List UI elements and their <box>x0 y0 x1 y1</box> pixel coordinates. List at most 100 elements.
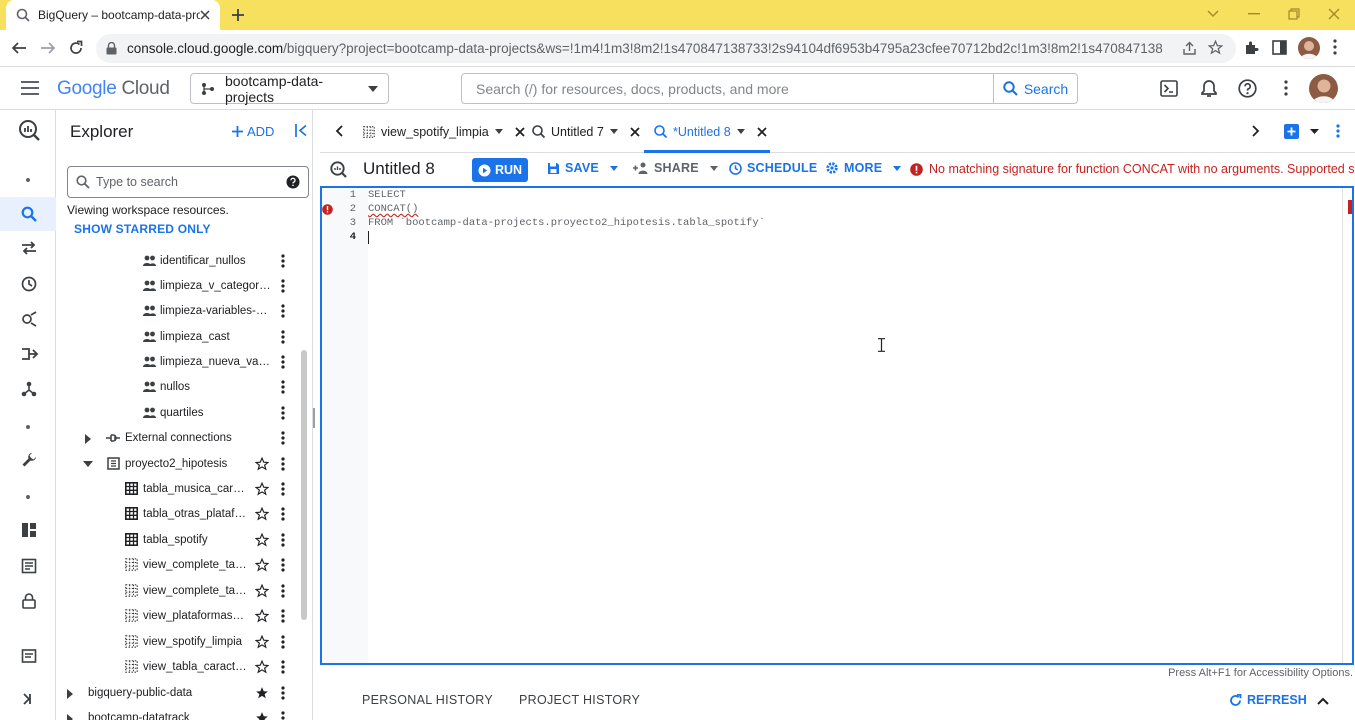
rail-search-icon[interactable] <box>18 203 40 225</box>
capacity-management-icon[interactable] <box>18 555 40 577</box>
tree-item-routine[interactable]: limpieza_v_categoricas <box>57 274 297 299</box>
item-actions-kebab-icon[interactable] <box>281 304 285 318</box>
item-actions-kebab-icon[interactable] <box>281 330 285 344</box>
tree-item-routine[interactable]: limpieza-variables-nu... <box>57 299 297 324</box>
tree-item-routine[interactable]: limpieza_nueva_varia... <box>57 350 297 375</box>
analytics-hub-icon[interactable] <box>18 308 40 330</box>
tab-menu-caret-icon[interactable] <box>494 129 503 134</box>
close-tab-icon[interactable] <box>200 10 210 20</box>
reload-icon[interactable] <box>68 40 84 56</box>
tab-untitled-8-active[interactable]: *Untitled 8 <box>654 110 767 153</box>
expand-caret-icon[interactable] <box>85 434 91 444</box>
tree-item-routine[interactable]: nullos <box>57 375 297 400</box>
more-button[interactable]: MORE <box>825 161 902 175</box>
tabs-scroll-right-icon[interactable] <box>1252 125 1260 137</box>
editor-scrollbar[interactable] <box>1342 188 1352 663</box>
item-actions-kebab-icon[interactable] <box>281 431 285 445</box>
browser-tab[interactable]: BigQuery – bootcamp-data-proj <box>6 0 220 30</box>
add-data-button[interactable]: ADD <box>232 124 274 139</box>
sql-editor[interactable]: 1 2 3 4 SELECT CONCAT() FROM `bootcamp-d… <box>320 186 1354 665</box>
expand-caret-icon[interactable] <box>67 689 73 699</box>
back-icon[interactable] <box>11 40 27 56</box>
explorer-search-field[interactable] <box>67 166 309 198</box>
tree-item-view[interactable]: view_plataformas_li... <box>57 604 297 629</box>
settings-kebab-icon[interactable] <box>1284 80 1288 96</box>
tree-item-view[interactable]: view_tabla_caracteir... <box>57 655 297 680</box>
tab-menu-caret-icon[interactable] <box>609 129 618 134</box>
global-search-input[interactable] <box>476 80 979 97</box>
star-icon[interactable] <box>255 660 269 674</box>
restore-icon[interactable] <box>1288 8 1300 20</box>
collapse-explorer-icon[interactable] <box>295 124 307 137</box>
item-actions-kebab-icon[interactable] <box>281 635 285 649</box>
bigquery-logo-icon[interactable] <box>18 119 40 141</box>
item-actions-kebab-icon[interactable] <box>281 406 285 420</box>
hamburger-menu-icon[interactable] <box>21 81 39 95</box>
item-actions-kebab-icon[interactable] <box>281 558 285 572</box>
help-icon[interactable] <box>1238 79 1257 98</box>
item-actions-kebab-icon[interactable] <box>281 254 285 268</box>
close-tab-icon[interactable] <box>630 126 640 137</box>
address-bar[interactable]: console.cloud.google.com /bigquery?proje… <box>96 34 1236 63</box>
show-starred-only-link[interactable]: SHOW STARRED ONLY <box>74 222 211 236</box>
side-panel-icon[interactable] <box>1272 40 1287 55</box>
minimize-icon[interactable] <box>1248 13 1260 15</box>
share-page-icon[interactable] <box>1182 41 1197 56</box>
tree-item-external-connections[interactable]: External connections <box>57 426 297 451</box>
tab-menu-caret-icon[interactable] <box>736 129 745 134</box>
panel-resize-handle[interactable] <box>313 408 315 428</box>
scheduled-queries-clock-icon[interactable] <box>18 273 40 295</box>
extensions-icon[interactable] <box>1243 40 1259 56</box>
item-actions-kebab-icon[interactable] <box>281 482 285 496</box>
tab-view-spotify-limpia[interactable]: view_spotify_limpia <box>363 110 525 153</box>
item-actions-kebab-icon[interactable] <box>281 279 285 293</box>
tabs-scroll-left-icon[interactable] <box>335 125 343 137</box>
data-transfers-icon[interactable] <box>18 237 40 259</box>
item-actions-kebab-icon[interactable] <box>281 380 285 394</box>
item-actions-kebab-icon[interactable] <box>281 660 285 674</box>
global-search-box[interactable] <box>461 73 994 104</box>
tree-item-dataset[interactable]: proyecto2_hipotesis <box>57 452 297 477</box>
forward-icon[interactable] <box>40 40 56 56</box>
star-icon[interactable] <box>255 507 269 521</box>
star-icon[interactable] <box>255 533 269 547</box>
browser-menu-icon[interactable] <box>1333 39 1337 55</box>
cloud-shell-icon[interactable] <box>1160 80 1178 97</box>
star-icon[interactable] <box>255 457 269 471</box>
close-window-icon[interactable] <box>1328 8 1340 20</box>
dataform-graph-icon[interactable] <box>18 378 40 400</box>
tab-search-chevron-icon[interactable] <box>1207 10 1219 18</box>
expand-caret-icon[interactable] <box>67 714 73 720</box>
wrench-tools-icon[interactable] <box>18 449 40 471</box>
tab-untitled-7[interactable]: Untitled 7 <box>532 110 640 153</box>
starred-icon[interactable] <box>255 686 269 700</box>
new-query-plus-icon[interactable] <box>1284 124 1299 139</box>
tree-item-view[interactable]: view_complete_table... <box>57 579 297 604</box>
star-icon[interactable] <box>255 584 269 598</box>
item-actions-kebab-icon[interactable] <box>281 355 285 369</box>
line-error-marker-icon[interactable] <box>322 203 333 216</box>
browser-profile-avatar[interactable] <box>1298 37 1320 59</box>
star-icon[interactable] <box>255 482 269 496</box>
tab-personal-history[interactable]: PERSONAL HISTORY <box>362 693 493 707</box>
query-error-message[interactable]: No matching signature for function CONCA… <box>910 162 1355 176</box>
tree-item-view[interactable]: view_complete_table <box>57 553 297 578</box>
item-actions-kebab-icon[interactable] <box>281 609 285 623</box>
tree-item-table[interactable]: tabla_musica_caract... <box>57 477 297 502</box>
bookmark-star-icon[interactable] <box>1208 40 1223 55</box>
explorer-scrollbar-thumb[interactable] <box>301 350 307 620</box>
starred-icon[interactable] <box>255 711 269 720</box>
notifications-bell-icon[interactable] <box>1201 79 1217 98</box>
save-button[interactable]: SAVE <box>547 161 618 175</box>
bi-engine-dashboard-icon[interactable] <box>18 519 40 541</box>
tree-item-view[interactable]: view_spotify_limpia <box>57 630 297 655</box>
search-help-icon[interactable] <box>286 175 300 189</box>
item-actions-kebab-icon[interactable] <box>281 686 285 700</box>
google-cloud-logo[interactable]: Google Cloud <box>57 78 170 100</box>
share-button[interactable]: SHARE <box>633 161 718 175</box>
new-tab-icon[interactable] <box>230 7 246 23</box>
tree-item-table[interactable]: tabla_spotify <box>57 528 297 553</box>
tabs-more-kebab-icon[interactable] <box>1336 124 1340 138</box>
item-actions-kebab-icon[interactable] <box>281 584 285 598</box>
star-icon[interactable] <box>255 635 269 649</box>
